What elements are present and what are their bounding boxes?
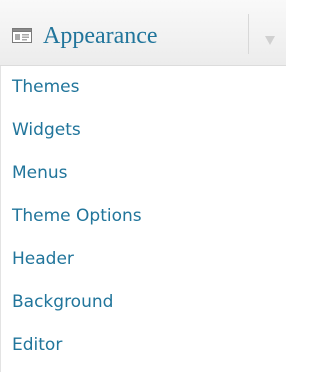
editor-link[interactable]: Editor	[0, 324, 286, 367]
menu-header: Appearance	[0, 0, 286, 66]
theme-options-link[interactable]: Theme Options	[0, 195, 286, 238]
widgets-link[interactable]: Widgets	[0, 109, 286, 152]
menu-toggle[interactable]	[249, 0, 286, 66]
background-link[interactable]: Background	[0, 281, 286, 324]
submenu-item-menus: Menus	[0, 152, 286, 195]
submenu-item-background: Background	[0, 281, 286, 324]
submenu-item-theme-options: Theme Options	[0, 195, 286, 238]
menu-title: Appearance	[43, 23, 158, 49]
submenu-item-header: Header	[0, 238, 286, 281]
themes-link[interactable]: Themes	[0, 66, 286, 109]
header-link[interactable]: Header	[0, 238, 286, 281]
submenu-item-editor: Editor	[0, 324, 286, 367]
submenu-item-themes: Themes	[0, 66, 286, 109]
menus-link[interactable]: Menus	[0, 152, 286, 195]
appearance-menu: Appearance Themes Widgets Menus Theme Op…	[0, 0, 286, 372]
submenu-item-widgets: Widgets	[0, 109, 286, 152]
appearance-menu-link[interactable]: Appearance	[0, 0, 248, 66]
appearance-icon	[12, 28, 32, 43]
submenu: Themes Widgets Menus Theme Options Heade…	[0, 66, 286, 367]
chevron-down-icon	[265, 36, 275, 45]
